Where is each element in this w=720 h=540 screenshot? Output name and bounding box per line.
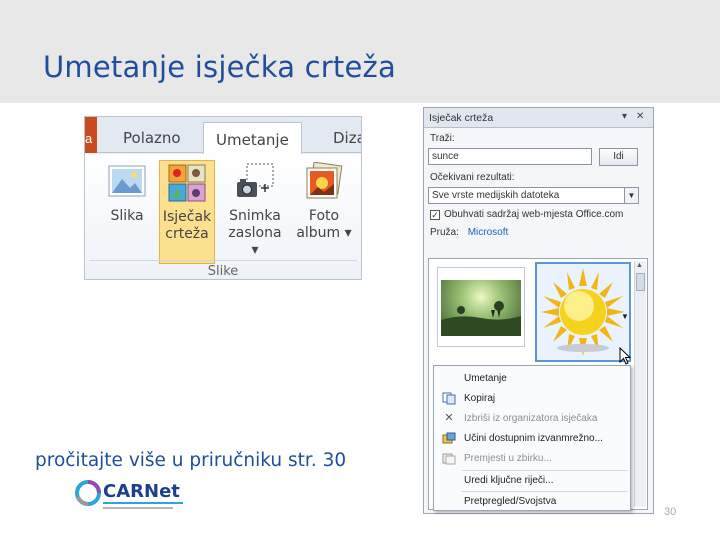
search-by-label: Pruža: Microsoft bbox=[430, 227, 508, 238]
pane-header: Isječak crteža ▾ ✕ bbox=[424, 108, 653, 128]
sun-icon bbox=[541, 268, 625, 356]
include-office-checkbox[interactable]: ✓ bbox=[430, 210, 440, 220]
logo-underline bbox=[103, 507, 173, 509]
clip-art-icon bbox=[167, 163, 207, 203]
group-label-slike: Slike bbox=[207, 264, 239, 279]
close-icon[interactable]: ✕ bbox=[636, 111, 644, 122]
footer-text: pročitajte više u priručniku str. 30 bbox=[35, 450, 347, 471]
menu-item-insert[interactable]: Umetanje bbox=[434, 369, 630, 389]
menu-item-move-label: Premjesti u zbirku... bbox=[464, 453, 552, 464]
chevron-down-icon[interactable]: ▼ bbox=[624, 188, 638, 203]
carnet-logo-icon bbox=[75, 480, 101, 506]
search-label: Traži: bbox=[430, 133, 455, 144]
logo-underline bbox=[103, 502, 183, 504]
pane-title: Isječak crteža bbox=[429, 112, 494, 124]
clip-art-button-label-2: crteža bbox=[165, 226, 209, 242]
results-scrollbar[interactable]: ▲ bbox=[634, 261, 646, 507]
offline-icon bbox=[442, 432, 456, 445]
group-divider bbox=[89, 260, 357, 261]
media-type-value: Sve vrste medijskih datoteka bbox=[432, 190, 560, 201]
scroll-up-icon[interactable]: ▲ bbox=[636, 262, 643, 269]
media-type-select[interactable]: Sve vrste medijskih datoteka ▼ bbox=[428, 187, 639, 204]
carnet-logo-text: CARNet bbox=[103, 481, 180, 502]
tab-polazno[interactable]: Polazno bbox=[123, 129, 181, 147]
screenshot-button-label-2: zaslona ▾ bbox=[228, 225, 282, 258]
menu-item-offline[interactable]: Učini dostupnim izvanmrežno... bbox=[434, 429, 630, 449]
result-thumbnail-sun[interactable]: ▼ bbox=[535, 262, 631, 362]
delete-icon: ✕ bbox=[444, 412, 454, 424]
context-menu: Umetanje Kopiraj ✕ Izbriši iz organizato… bbox=[433, 365, 631, 511]
thumbnail-menu-arrow-icon[interactable]: ▼ bbox=[621, 312, 629, 321]
menu-item-preview-label: Pretpregled/Svojstva bbox=[464, 496, 557, 507]
scrollbar-thumb[interactable] bbox=[636, 273, 645, 291]
file-tab-label: a bbox=[85, 131, 93, 146]
results-list: ▼ ▲ Umetanje Kopiraj ✕ Izbriši iz organi… bbox=[428, 258, 648, 511]
menu-item-move[interactable]: Premjesti u zbirku... bbox=[434, 449, 630, 469]
copy-icon bbox=[442, 392, 456, 405]
photo-album-button-label-2: album ▾ bbox=[296, 225, 352, 241]
ribbon-group-slike: Slika Isječak crteža Snimka zaslona ▾ Fo… bbox=[85, 154, 361, 279]
menu-item-edit-keywords-label: Uredi ključne riječi... bbox=[464, 475, 554, 486]
file-tab[interactable]: a bbox=[85, 117, 97, 153]
search-by-link[interactable]: Microsoft bbox=[468, 227, 509, 238]
pane-options-icon[interactable]: ▾ bbox=[622, 111, 627, 122]
ribbon-screenshot: a Polazno Umetanje Dizajn Slika Isječak … bbox=[84, 116, 362, 280]
slide-number: 30 bbox=[664, 506, 677, 518]
clip-art-button-label-1: Isječak bbox=[162, 209, 212, 225]
search-by-text: Pruža: bbox=[430, 227, 459, 238]
menu-item-delete[interactable]: ✕ Izbriši iz organizatora isječaka bbox=[434, 409, 630, 429]
include-office-label: Obuhvati sadržaj web-mjesta Office.com bbox=[444, 209, 624, 220]
tab-umetanje[interactable]: Umetanje bbox=[203, 122, 302, 154]
menu-item-offline-label: Učini dostupnim izvanmrežno... bbox=[464, 433, 603, 444]
screenshot-button-label-1: Snimka bbox=[229, 208, 281, 224]
menu-item-copy[interactable]: Kopiraj bbox=[434, 389, 630, 409]
go-button[interactable]: Idi bbox=[599, 148, 638, 166]
menu-item-preview[interactable]: Pretpregled/Svojstva bbox=[434, 492, 630, 512]
screenshot-button[interactable]: Snimka zaslona ▾ bbox=[223, 160, 287, 264]
menu-item-delete-label: Izbriši iz organizatora isječaka bbox=[464, 413, 598, 424]
picture-button-label: Slika bbox=[110, 208, 144, 224]
screenshot-icon bbox=[235, 162, 275, 202]
clip-art-button[interactable]: Isječak crteža bbox=[159, 160, 215, 264]
clip-art-pane: Isječak crteža ▾ ✕ Traži: sunce Idi Oček… bbox=[423, 107, 654, 514]
photo-album-button-label-1: Foto bbox=[308, 208, 340, 224]
result-thumbnail-landscape[interactable] bbox=[437, 267, 525, 347]
photo-album-button[interactable]: Foto album ▾ bbox=[293, 160, 355, 264]
picture-button[interactable]: Slika bbox=[105, 160, 149, 264]
carnet-logo: CARNet bbox=[75, 478, 185, 518]
slide-title: Umetanje isječka crteža bbox=[43, 50, 396, 84]
menu-item-copy-label: Kopiraj bbox=[464, 393, 496, 404]
tab-dizajn[interactable]: Dizajn bbox=[333, 129, 361, 147]
mouse-cursor-icon bbox=[619, 347, 632, 365]
search-input[interactable]: sunce bbox=[428, 148, 592, 165]
menu-item-edit-keywords[interactable]: Uredi ključne riječi... bbox=[434, 471, 630, 491]
menu-item-insert-label: Umetanje bbox=[464, 373, 507, 384]
photo-album-icon bbox=[304, 161, 344, 202]
landscape-image bbox=[441, 280, 521, 336]
picture-icon bbox=[107, 162, 147, 202]
move-icon bbox=[442, 452, 456, 465]
results-label: Očekivani rezultati: bbox=[430, 172, 515, 183]
ribbon-tab-bar: a Polazno Umetanje Dizajn bbox=[85, 117, 361, 154]
